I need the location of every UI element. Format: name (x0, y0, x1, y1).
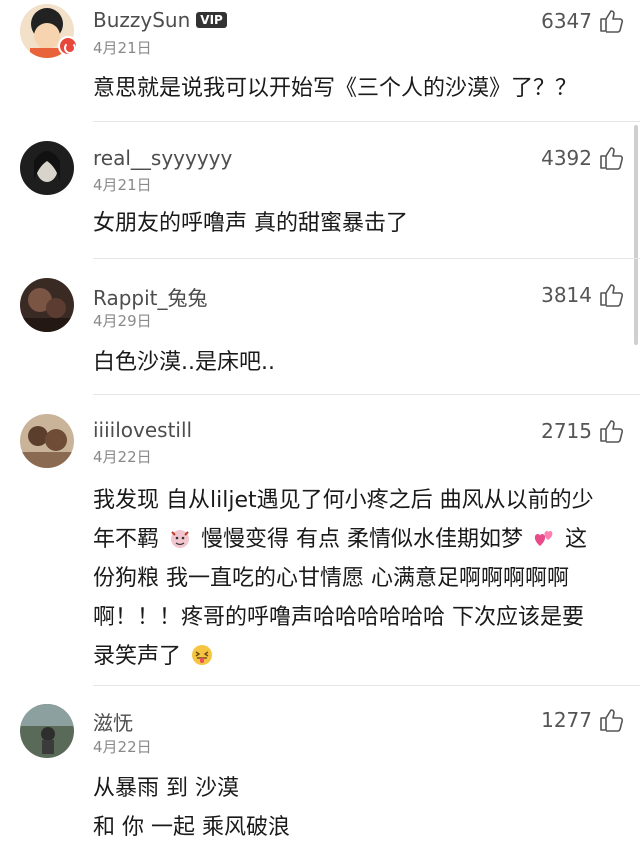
comment-line: 录笑声了 (93, 637, 613, 676)
comment-text: 意思就是说我可以开始写《三个人的沙漠》了？？ (93, 69, 613, 108)
thumbs-up-icon (598, 282, 624, 308)
divider (93, 685, 640, 686)
divider (93, 258, 640, 259)
thumbs-up-icon (598, 8, 624, 34)
username[interactable]: iiiilovestill (93, 418, 192, 442)
comment-date: 4月22日 (93, 448, 152, 466)
divider (93, 121, 640, 122)
comment-line: 份狗粮 我一直吃的心甘情愿 心满意足啊啊啊啊啊 (93, 566, 569, 591)
avatar[interactable] (20, 704, 74, 758)
comment-date: 4月22日 (93, 738, 152, 756)
comment-text: 从暴雨 到 沙漠 和 你 一起 乘风破浪 (93, 769, 613, 847)
two-hearts-emoji-icon (534, 531, 553, 546)
verified-badge-icon (58, 36, 78, 56)
comment-text: 白色沙漠..是床吧.. (93, 343, 613, 382)
like-button[interactable]: 4392 (541, 145, 624, 171)
scrollbar[interactable] (634, 125, 638, 345)
divider (93, 394, 640, 395)
like-count: 6347 (541, 9, 592, 33)
avatar[interactable] (20, 414, 74, 468)
username[interactable]: real__syyyyyy (93, 146, 232, 170)
thumbs-up-icon (598, 145, 624, 171)
comment-line: 我发现 自从liljet遇见了何小疼之后 曲风从以前的少 (93, 488, 594, 513)
comment-line: 年不羁 慢慢变得 有点 柔情似水佳期如梦 这 (93, 527, 588, 552)
comment-line: 啊！！！疼哥的呼噜声哈哈哈哈哈哈 下次应该是要 (93, 605, 584, 630)
devil-emoji-icon (171, 530, 190, 548)
like-button[interactable]: 1277 (541, 707, 624, 733)
thumbs-up-icon (598, 418, 624, 444)
comment-text: 女朋友的呼噜声 真的甜蜜暴击了 (93, 204, 613, 243)
comment-line: 白色沙漠..是床吧.. (93, 350, 275, 375)
comment-date: 4月29日 (93, 312, 152, 330)
comment-line: 女朋友的呼噜声 真的甜蜜暴击了 (93, 211, 408, 236)
avatar[interactable] (20, 141, 74, 195)
comment-line: 从暴雨 到 沙漠 (93, 776, 239, 801)
thumbs-up-icon (598, 707, 624, 733)
comment-date: 4月21日 (93, 39, 152, 57)
comment-line: 和 你 一起 乘风破浪 (93, 815, 290, 840)
like-count: 4392 (541, 146, 592, 170)
like-button[interactable]: 2715 (541, 418, 624, 444)
like-count: 2715 (541, 419, 592, 443)
like-count: 1277 (541, 708, 592, 732)
like-count: 3814 (541, 283, 592, 307)
comment-line: 意思就是说我可以开始写《三个人的沙漠》了？？ (93, 76, 578, 101)
vip-badge: VIP (196, 12, 227, 28)
like-button[interactable]: 3814 (541, 282, 624, 308)
comment-text: 我发现 自从liljet遇见了何小疼之后 曲风从以前的少 年不羁 慢慢变得 有点… (93, 481, 613, 676)
username[interactable]: 滋怃 (93, 707, 133, 736)
tongue-out-emoji-icon (192, 645, 213, 665)
username[interactable]: Rappit_兔兔 (93, 282, 208, 311)
avatar[interactable] (20, 278, 74, 332)
like-button[interactable]: 6347 (541, 8, 624, 34)
username[interactable]: BuzzySun VIP (93, 8, 227, 32)
comment-date: 4月21日 (93, 176, 152, 194)
